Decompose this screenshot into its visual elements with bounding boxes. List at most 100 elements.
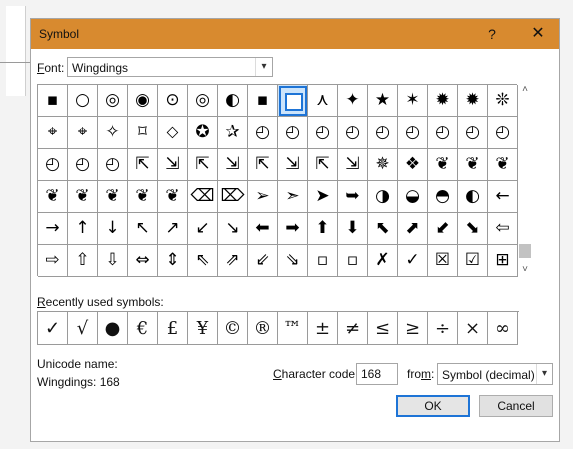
symbol-cell[interactable]: ⋏ [308, 85, 338, 117]
symbol-cell[interactable]: ◐ [458, 181, 488, 213]
symbol-cell[interactable]: ◎ [98, 85, 128, 117]
symbol-cell[interactable]: ▫ [338, 245, 368, 277]
recent-symbol-cell[interactable]: © [218, 312, 248, 345]
symbol-cell[interactable]: ✗ [368, 245, 398, 277]
symbol-cell[interactable]: ⇘ [278, 245, 308, 277]
symbol-cell[interactable]: ⌑ [128, 117, 158, 149]
symbol-cell[interactable]: ◎ [188, 85, 218, 117]
symbol-cell[interactable]: ◒ [398, 181, 428, 213]
symbol-cell[interactable]: ✶ [398, 85, 428, 117]
symbol-cell[interactable]: ◴ [458, 117, 488, 149]
recent-symbol-cell[interactable]: £ [158, 312, 188, 345]
symbol-cell[interactable]: ↖ [128, 213, 158, 245]
symbol-cell[interactable]: ❦ [158, 181, 188, 213]
font-select[interactable]: Wingdings ▾ [67, 57, 273, 77]
symbol-cell[interactable]: ☑ [458, 245, 488, 277]
recent-symbol-cell[interactable]: ÷ [428, 312, 458, 345]
symbol-cell[interactable]: ⬋ [428, 213, 458, 245]
symbol-cell[interactable]: ⬊ [458, 213, 488, 245]
symbol-cell[interactable]: ⇱ [248, 149, 278, 181]
symbol-cell[interactable]: ➥ [338, 181, 368, 213]
symbol-cell[interactable]: ◴ [98, 149, 128, 181]
symbol-cell[interactable]: ⬆ [308, 213, 338, 245]
symbol-cell[interactable]: ⇦ [488, 213, 518, 245]
symbol-cell[interactable]: ✹ [428, 85, 458, 117]
symbol-cell[interactable]: ◴ [488, 117, 518, 149]
symbol-cell[interactable]: ❦ [488, 149, 518, 181]
symbol-cell[interactable]: ⬈ [398, 213, 428, 245]
symbol-cell[interactable]: ◐ [218, 85, 248, 117]
recent-symbol-cell[interactable]: ∞ [488, 312, 518, 345]
symbol-cell[interactable]: ✵ [368, 149, 398, 181]
recent-symbol-cell[interactable]: ✓ [38, 312, 68, 345]
symbol-cell[interactable]: ⌦ [218, 181, 248, 213]
symbol-cell[interactable]: ➢ [248, 181, 278, 213]
symbol-cell[interactable]: ❦ [428, 149, 458, 181]
symbol-cell[interactable]: ✪ [188, 117, 218, 149]
symbol-cell[interactable]: ← [488, 181, 518, 213]
symbol-cell[interactable]: ⇲ [338, 149, 368, 181]
symbol-cell[interactable]: ⬇ [338, 213, 368, 245]
symbol-cell[interactable]: ❦ [38, 181, 68, 213]
symbol-cell[interactable]: ⇲ [278, 149, 308, 181]
symbol-cell[interactable]: ➡ [278, 213, 308, 245]
chevron-down-icon[interactable]: ▾ [255, 58, 272, 76]
symbol-cell[interactable]: ⇩ [98, 245, 128, 277]
symbol-grid-scrollbar[interactable]: ˄ ˅ [518, 84, 532, 276]
symbol-cell[interactable]: ⇱ [128, 149, 158, 181]
symbol-cell[interactable]: ⇲ [218, 149, 248, 181]
symbol-cell[interactable]: ⇨ [38, 245, 68, 277]
symbol-cell[interactable]: ↓ [98, 213, 128, 245]
symbol-cell[interactable]: ▫ [308, 245, 338, 277]
recent-symbol-cell[interactable]: ± [308, 312, 338, 345]
symbol-cell[interactable]: ▪ [38, 85, 68, 117]
recent-symbol-cell[interactable]: € [128, 312, 158, 345]
symbol-cell[interactable]: ⊞ [488, 245, 518, 277]
symbol-cell[interactable]: ✦ [338, 85, 368, 117]
symbol-cell[interactable]: ⇱ [308, 149, 338, 181]
symbol-cell[interactable]: ❦ [128, 181, 158, 213]
recent-symbol-cell[interactable]: ≥ [398, 312, 428, 345]
recent-symbol-cell[interactable]: ≤ [368, 312, 398, 345]
symbol-cell[interactable]: ◑ [368, 181, 398, 213]
recent-symbol-cell[interactable]: × [458, 312, 488, 345]
symbol-cell[interactable]: ◉ [128, 85, 158, 117]
symbol-cell[interactable]: ⇙ [248, 245, 278, 277]
chevron-down-icon[interactable]: ▾ [536, 364, 552, 384]
symbol-cell[interactable]: □ [278, 85, 308, 117]
symbol-cell[interactable]: ◴ [248, 117, 278, 149]
symbol-cell[interactable]: ◴ [368, 117, 398, 149]
symbol-cell[interactable]: ⇕ [158, 245, 188, 277]
symbol-cell[interactable]: ⌖ [38, 117, 68, 149]
symbol-cell[interactable]: ⇧ [68, 245, 98, 277]
symbol-cell[interactable]: ↑ [68, 213, 98, 245]
symbol-cell[interactable]: ⇗ [218, 245, 248, 277]
symbol-cell[interactable]: ○ [68, 85, 98, 117]
symbol-cell[interactable]: ⌖ [68, 117, 98, 149]
symbol-cell[interactable]: ⇱ [188, 149, 218, 181]
symbol-cell[interactable]: ★ [368, 85, 398, 117]
symbol-cell[interactable]: ❦ [68, 181, 98, 213]
symbol-cell[interactable]: ◴ [278, 117, 308, 149]
symbol-cell[interactable]: ⇲ [158, 149, 188, 181]
symbol-cell[interactable]: ⇖ [188, 245, 218, 277]
symbol-cell[interactable]: ▪ [248, 85, 278, 117]
symbol-cell[interactable]: ☒ [428, 245, 458, 277]
recent-symbol-cell[interactable]: ¥ [188, 312, 218, 345]
character-code-input[interactable] [356, 363, 398, 385]
close-icon[interactable]: ✕ [521, 19, 555, 49]
symbol-cell[interactable]: ↗ [158, 213, 188, 245]
scroll-down-icon[interactable]: ˅ [518, 264, 532, 276]
symbol-cell[interactable]: ⇔ [128, 245, 158, 277]
symbol-cell[interactable]: ✧ [98, 117, 128, 149]
recent-symbol-cell[interactable]: ≠ [338, 312, 368, 345]
recent-symbol-cell[interactable]: ● [98, 312, 128, 345]
symbol-cell[interactable]: ◴ [38, 149, 68, 181]
symbol-cell[interactable]: ❖ [398, 149, 428, 181]
symbol-cell[interactable]: ❊ [488, 85, 518, 117]
ok-button[interactable]: OK [396, 395, 470, 417]
cancel-button[interactable]: Cancel [479, 395, 553, 417]
symbol-cell[interactable]: ⌫ [188, 181, 218, 213]
symbol-cell[interactable]: ↘ [218, 213, 248, 245]
symbol-cell[interactable]: ⬅ [248, 213, 278, 245]
